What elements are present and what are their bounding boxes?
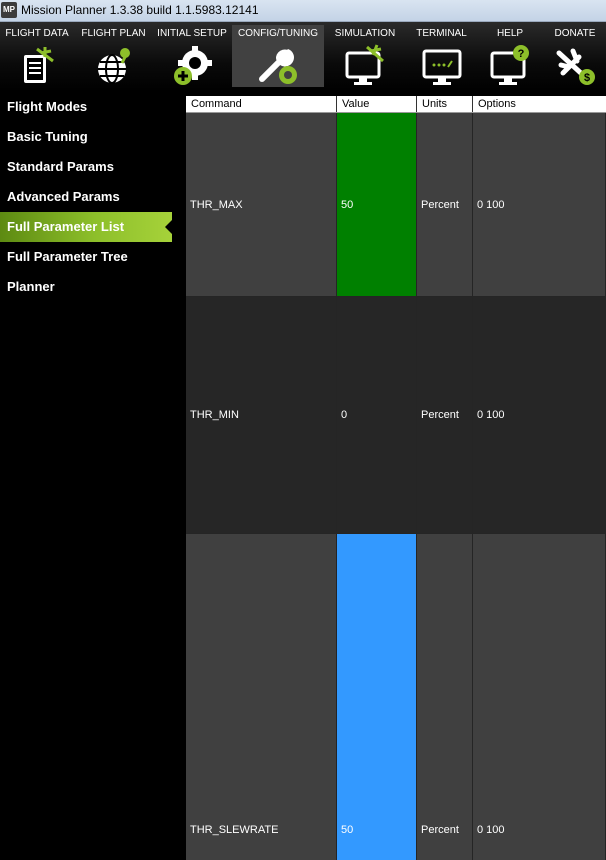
param-options: 0 100 xyxy=(473,113,606,297)
column-header-options[interactable]: Options xyxy=(473,96,606,112)
param-options: 0 100 xyxy=(473,534,606,860)
initial-setup-icon xyxy=(174,46,212,85)
simulation-icon xyxy=(345,44,384,85)
column-header-value[interactable]: Value xyxy=(337,96,417,112)
sidebar-item-full-parameter-tree[interactable]: Full Parameter Tree xyxy=(0,242,172,272)
tab-donate[interactable]: DONATE $ xyxy=(544,22,606,88)
table-row[interactable]: THR_SLEWRATE 50 Percent 0 100 xyxy=(186,534,606,860)
column-header-command[interactable]: Command xyxy=(186,96,337,112)
param-options: 0 100 xyxy=(473,297,606,534)
app-logo-icon: MP xyxy=(1,2,17,18)
svg-text:?: ? xyxy=(518,48,525,60)
parameter-grid[interactable]: Command Value Units Options THR_MAX 50 P… xyxy=(186,96,606,860)
tab-label: FLIGHT DATA xyxy=(5,28,69,39)
table-row[interactable]: THR_MIN 0 Percent 0 100 xyxy=(186,297,606,534)
tab-label: HELP xyxy=(496,28,524,39)
tab-label: CONFIG/TUNING xyxy=(238,28,318,39)
sidebar-item-flight-modes[interactable]: Flight Modes xyxy=(0,92,172,122)
param-command: THR_SLEWRATE xyxy=(186,534,337,860)
config-tuning-icon xyxy=(259,49,297,84)
window-title: Mission Planner 1.3.38 build 1.1.5983.12… xyxy=(21,3,259,17)
help-icon: ? xyxy=(490,45,529,85)
sidebar-item-planner[interactable]: Planner xyxy=(0,272,172,302)
tab-initial-setup[interactable]: INITIAL SETUP xyxy=(153,22,231,88)
param-command: THR_MIN xyxy=(186,297,337,534)
grid-header: Command Value Units Options xyxy=(186,96,606,113)
config-sidebar: Flight Modes Basic Tuning Standard Param… xyxy=(0,92,172,860)
flight-plan-icon xyxy=(97,48,130,84)
flight-data-icon xyxy=(24,47,54,83)
param-value[interactable]: 50 xyxy=(337,113,417,297)
sidebar-item-full-parameter-list[interactable]: Full Parameter List xyxy=(0,212,172,242)
tab-label: FLIGHT PLAN xyxy=(81,28,146,39)
tab-label: SIMULATION xyxy=(334,28,396,39)
param-value[interactable]: 0 xyxy=(337,297,417,534)
param-value[interactable]: 50 xyxy=(337,534,417,860)
parameter-grid-area: Command Value Units Options THR_MAX 50 P… xyxy=(172,92,606,860)
window-title-bar: MP Mission Planner 1.3.38 build 1.1.5983… xyxy=(0,0,606,22)
tab-flight-plan[interactable]: FLIGHT PLAN xyxy=(76,22,151,88)
tab-label: TERMINAL xyxy=(416,28,467,39)
table-row[interactable]: THR_MAX 50 Percent 0 100 xyxy=(186,113,606,297)
param-units: Percent xyxy=(417,113,473,297)
param-units: Percent xyxy=(417,297,473,534)
tab-help[interactable]: HELP ? xyxy=(479,22,541,88)
sidebar-item-standard-params[interactable]: Standard Params xyxy=(0,152,172,182)
tab-label: DONATE xyxy=(554,28,596,39)
param-units: Percent xyxy=(417,534,473,860)
main-toolbar: FLIGHT DATA FLIGHT PLAN INITIAL SETUP CO… xyxy=(0,22,606,92)
svg-text:$: $ xyxy=(584,72,590,84)
tab-terminal[interactable]: TERMINAL xyxy=(405,22,478,88)
sidebar-item-advanced-params[interactable]: Advanced Params xyxy=(0,182,172,212)
column-header-units[interactable]: Units xyxy=(417,96,473,112)
tab-flight-data[interactable]: FLIGHT DATA xyxy=(0,22,74,88)
param-command: THR_MAX xyxy=(186,113,337,297)
sidebar-item-basic-tuning[interactable]: Basic Tuning xyxy=(0,122,172,152)
tab-config-tuning[interactable]: CONFIG/TUNING xyxy=(232,25,324,87)
tab-label: INITIAL SETUP xyxy=(157,28,227,39)
tab-simulation[interactable]: SIMULATION xyxy=(328,22,402,88)
donate-icon: $ xyxy=(556,48,595,85)
terminal-icon xyxy=(422,49,461,85)
